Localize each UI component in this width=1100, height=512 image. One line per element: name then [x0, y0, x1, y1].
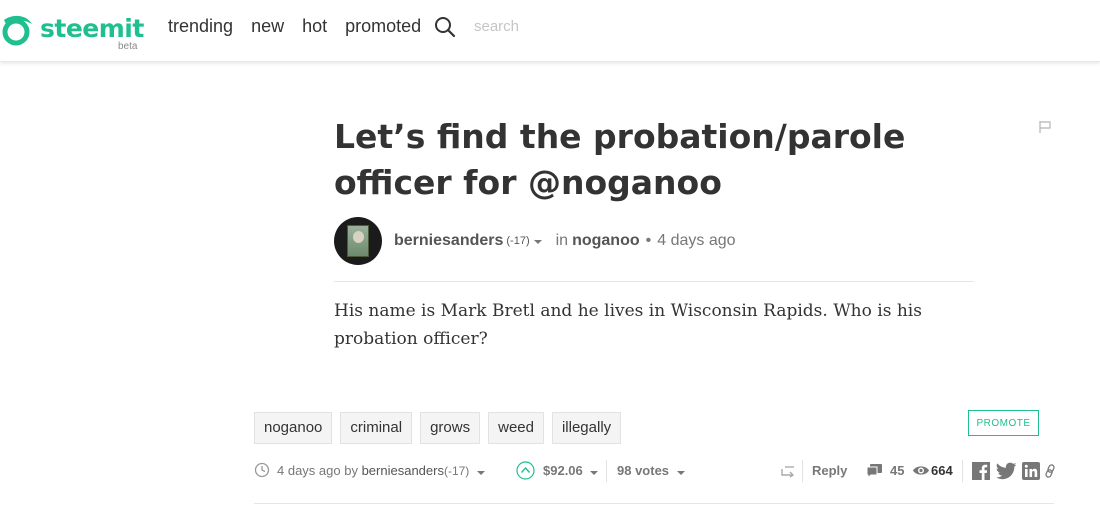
search-input[interactable] — [472, 14, 652, 38]
upvote-icon[interactable] — [516, 461, 535, 480]
search-icon[interactable] — [434, 16, 456, 38]
steemit-logo-icon — [2, 15, 32, 46]
footer-author-reputation: (-17) — [443, 464, 470, 478]
post-title: Let’s find the probation/parole officer … — [334, 117, 906, 202]
linkedin-icon[interactable] — [1022, 462, 1040, 480]
author-reputation: (-17) — [506, 235, 530, 247]
post-author-row: berniesanders (-17) in noganoo • 4 days … — [334, 216, 736, 266]
link-icon[interactable] — [1044, 464, 1056, 478]
reply-button[interactable]: Reply — [812, 463, 847, 478]
footer-time: 4 days ago by berniesanders(-17) — [277, 463, 485, 478]
avatar-image — [347, 225, 369, 257]
category-link[interactable]: noganoo — [572, 232, 640, 250]
votes-count[interactable]: 98 votes — [617, 463, 685, 478]
eye-icon — [913, 466, 929, 475]
facebook-icon[interactable] — [972, 462, 990, 480]
nav-new[interactable]: new — [251, 16, 284, 37]
tag-noganoo[interactable]: noganoo — [254, 412, 333, 444]
votes-label: 98 votes — [617, 463, 670, 478]
promote-button[interactable]: PROMOTE — [968, 410, 1039, 436]
comments-count[interactable]: 45 — [890, 463, 904, 478]
nav-trending[interactable]: trending — [168, 16, 233, 37]
divider — [254, 503, 1054, 504]
comments-icon[interactable] — [866, 463, 883, 478]
post-body: His name is Mark Bretl and he lives in W… — [334, 301, 922, 349]
chevron-down-icon[interactable] — [476, 471, 485, 475]
main-nav: trending new hot promoted — [168, 16, 421, 37]
flag-icon[interactable] — [1038, 120, 1052, 134]
tag-illegally[interactable]: illegally — [551, 412, 622, 444]
footer-time-prefix: 4 days ago by — [277, 463, 358, 478]
logo-beta-label: beta — [118, 41, 138, 52]
clock-icon — [254, 462, 270, 478]
steemit-logo[interactable]: steemit beta — [0, 8, 145, 54]
chevron-down-icon[interactable] — [590, 471, 599, 475]
tag-weed[interactable]: weed — [488, 412, 544, 444]
payout-value[interactable]: $92.06 — [543, 463, 599, 478]
tag-criminal[interactable]: criminal — [340, 412, 413, 444]
bullet-separator: • — [645, 232, 652, 249]
in-label: in — [555, 232, 569, 249]
payout-amount: $92.06 — [543, 463, 583, 478]
reblog-icon[interactable] — [780, 464, 796, 478]
post-footer: 4 days ago by berniesanders(-17) $92.06 … — [254, 460, 1056, 482]
divider — [334, 281, 974, 282]
twitter-icon[interactable] — [996, 462, 1016, 480]
top-header: steemit beta trending new hot promoted — [0, 0, 1100, 62]
chevron-down-icon[interactable] — [676, 471, 685, 475]
logo-text: steemit — [40, 14, 144, 43]
chevron-down-icon[interactable] — [533, 240, 542, 244]
post-time: 4 days ago — [657, 232, 736, 249]
tag-list: noganoo criminal grows weed illegally — [254, 412, 622, 444]
tag-grows[interactable]: grows — [420, 412, 481, 444]
avatar[interactable] — [334, 217, 382, 265]
views-count: 664 — [931, 463, 953, 478]
divider — [962, 460, 963, 482]
author-name[interactable]: berniesanders — [394, 232, 503, 250]
divider — [802, 460, 803, 482]
nav-promoted[interactable]: promoted — [345, 16, 421, 37]
footer-author[interactable]: berniesanders — [362, 463, 444, 478]
divider — [606, 460, 607, 482]
nav-hot[interactable]: hot — [302, 16, 327, 37]
